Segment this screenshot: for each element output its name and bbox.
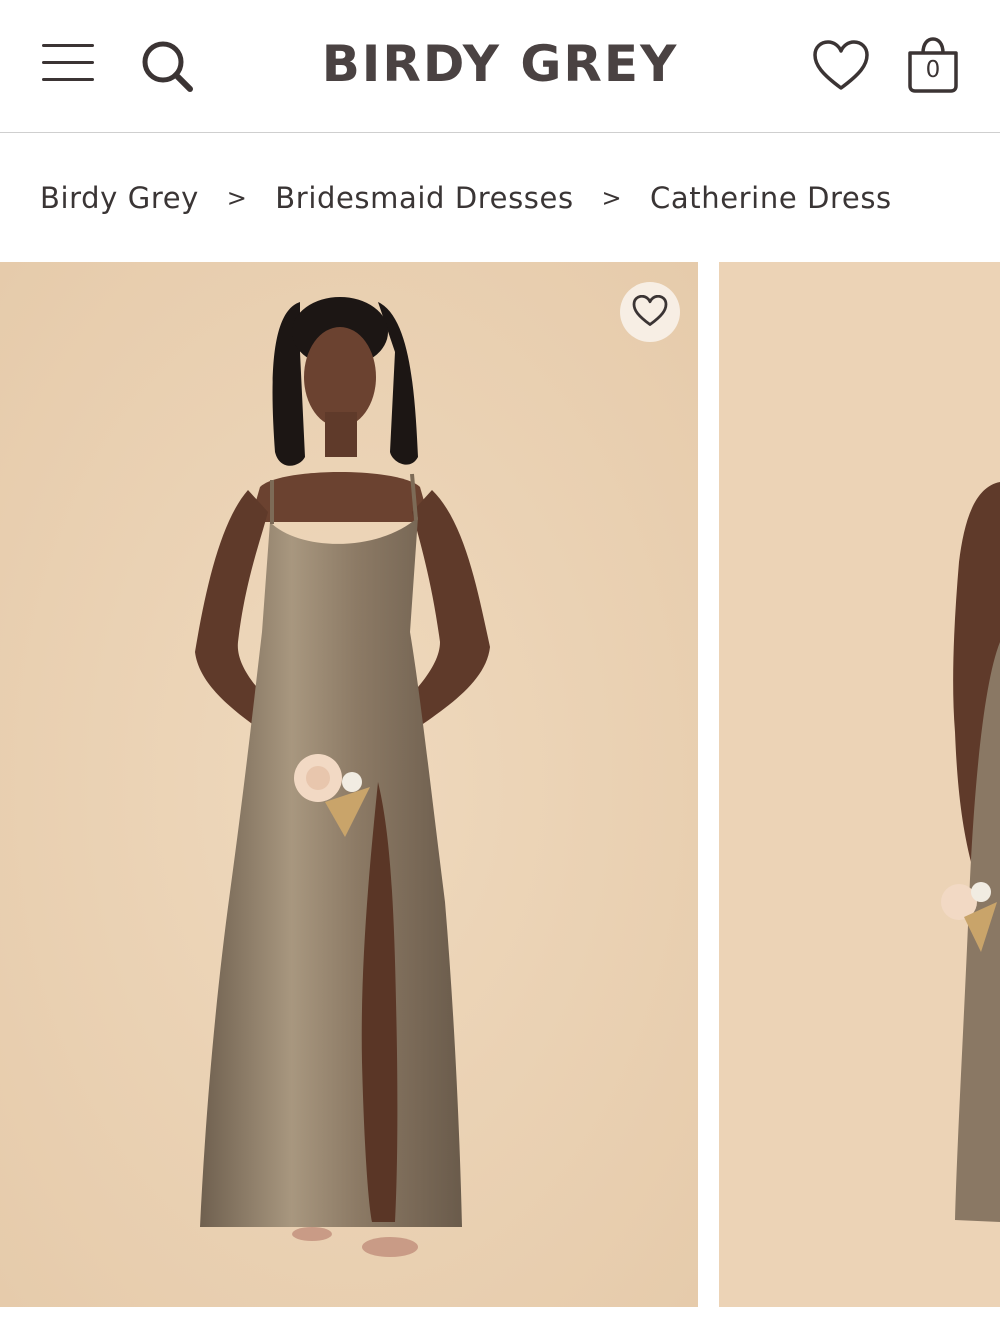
model-in-dress-illustration: [0, 262, 698, 1307]
breadcrumb-current-page: Catherine Dress: [650, 181, 892, 215]
product-image-main[interactable]: [0, 262, 698, 1307]
heart-icon: [813, 40, 869, 90]
model-side-view-illustration: [719, 262, 1000, 1307]
favorite-image-button[interactable]: [620, 282, 680, 342]
site-header: BIRDY GREY 0: [0, 0, 1000, 133]
breadcrumb-link-bridesmaid-dresses[interactable]: Bridesmaid Dresses: [275, 178, 573, 218]
product-image-gallery[interactable]: [0, 262, 1000, 1307]
heart-outline-icon: [632, 295, 668, 326]
breadcrumb: Birdy Grey > Bridesmaid Dresses > Cather…: [40, 178, 892, 222]
shopping-bag-button[interactable]: 0: [904, 36, 962, 94]
product-image-secondary[interactable]: [719, 262, 1000, 1307]
wishlist-button[interactable]: [812, 40, 870, 92]
breadcrumb-separator: >: [601, 184, 623, 212]
breadcrumb-separator: >: [226, 184, 248, 212]
breadcrumb-link-birdy-grey[interactable]: Birdy Grey: [40, 178, 199, 218]
cart-count-badge: 0: [925, 57, 941, 83]
